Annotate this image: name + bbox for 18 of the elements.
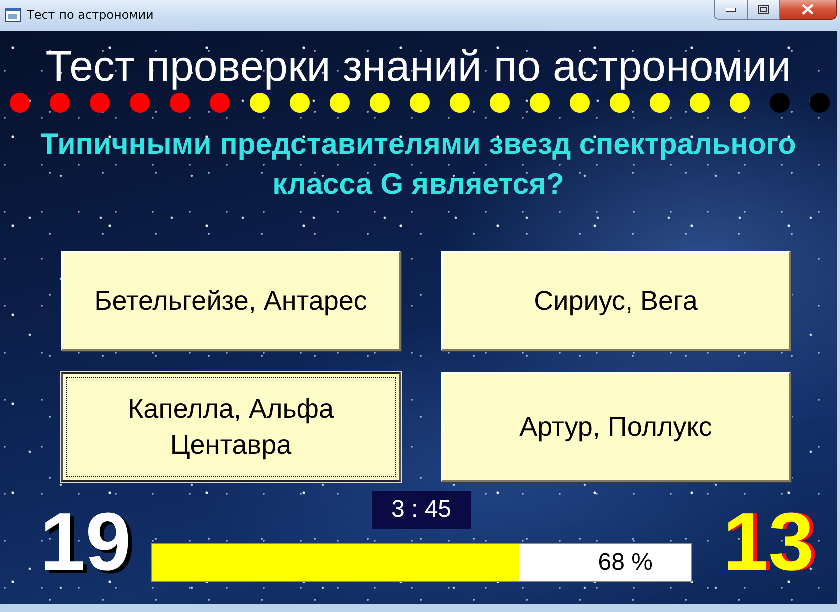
question-text: Типичными представителями звезд спектрального класса G является? — [40, 127, 798, 203]
answer-button[interactable]: Бетельгейзе, Антарес — [61, 251, 401, 351]
answer-button[interactable]: Артур, Поллукс — [441, 372, 791, 482]
minimize-icon — [726, 8, 736, 12]
app-icon — [5, 8, 21, 22]
counter-number: 13 — [723, 502, 816, 584]
quiz-heading: Тест проверки знаний по астрономии — [46, 44, 792, 90]
close-button[interactable] — [780, 0, 837, 20]
counter-number: 19 — [40, 502, 132, 584]
answer-button[interactable]: Сириус, Вега — [441, 251, 791, 351]
minimize-button[interactable] — [714, 0, 748, 20]
maximize-button[interactable] — [748, 0, 780, 20]
answer-button[interactable]: Капелла, Альфа Центавра — [61, 372, 401, 482]
maximize-icon — [758, 5, 769, 14]
timer-display: 3 : 45 — [372, 491, 471, 529]
close-icon — [802, 4, 814, 15]
progress-percent: 68 % — [598, 548, 653, 578]
window-title: Тест по астрономии — [27, 8, 154, 22]
